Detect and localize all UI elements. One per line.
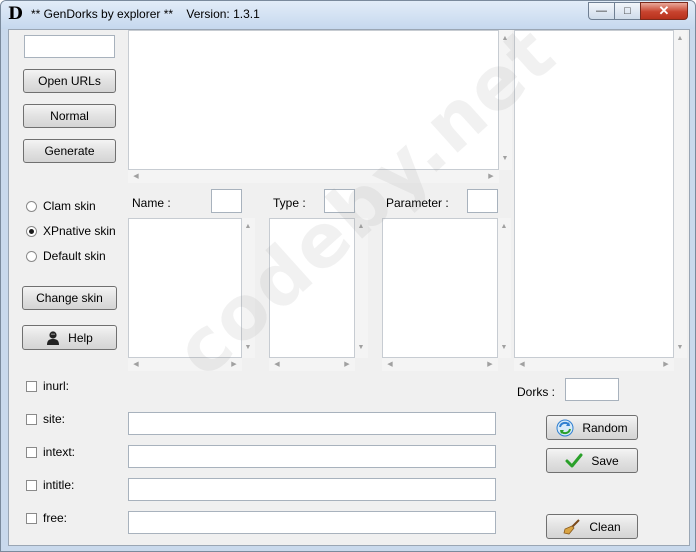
- scroll-up-icon[interactable]: ▲: [676, 35, 684, 43]
- intext-input[interactable]: [128, 445, 496, 468]
- intext-checkbox[interactable]: [26, 447, 37, 458]
- scroll-down-icon[interactable]: ▼: [501, 155, 509, 163]
- site-input[interactable]: [128, 412, 496, 435]
- person-silhouette-icon: [46, 330, 60, 346]
- title-bar[interactable]: D ** GenDorks by explorer ** Version: 1.…: [1, 1, 695, 29]
- client-area: Open URLs Normal Generate ▲ ▼ ◀ ▶ ▲ ▼ ◀ …: [8, 10, 690, 546]
- scroll-up-icon[interactable]: ▲: [501, 35, 509, 43]
- scroll-left-icon[interactable]: ◀: [386, 361, 394, 369]
- open-urls-button[interactable]: Open URLs: [23, 69, 116, 93]
- skin-label-clam: Clam skin: [43, 199, 96, 213]
- scroll-right-icon[interactable]: ▶: [662, 361, 670, 369]
- site-checkbox[interactable]: [26, 414, 37, 425]
- name-list-hscroll[interactable]: ◀ ▶: [128, 358, 242, 371]
- top-left-input[interactable]: [24, 35, 115, 58]
- dorks-count-input[interactable]: [565, 378, 619, 401]
- change-skin-button[interactable]: Change skin: [22, 286, 117, 310]
- scroll-left-icon[interactable]: ◀: [132, 173, 140, 181]
- intitle-checkbox[interactable]: [26, 480, 37, 491]
- clean-button[interactable]: Clean: [546, 514, 638, 539]
- name-count-field[interactable]: [211, 189, 242, 213]
- scroll-right-icon[interactable]: ▶: [343, 361, 351, 369]
- scroll-left-icon[interactable]: ◀: [132, 361, 140, 369]
- help-button[interactable]: Help: [22, 325, 117, 350]
- random-button[interactable]: Random: [546, 415, 638, 440]
- parameter-list-vscroll[interactable]: ▲ ▼: [498, 218, 511, 358]
- urls-horizontal-scrollbar[interactable]: ◀ ▶: [128, 170, 499, 183]
- output-text-area[interactable]: [514, 30, 674, 358]
- scroll-left-icon[interactable]: ◀: [273, 361, 281, 369]
- type-list[interactable]: [269, 218, 355, 358]
- scroll-right-icon[interactable]: ▶: [487, 173, 495, 181]
- urls-vertical-scrollbar[interactable]: ▲ ▼: [499, 30, 512, 170]
- open-urls-label: Open URLs: [38, 74, 101, 88]
- type-count-field[interactable]: [324, 189, 355, 213]
- scroll-down-icon[interactable]: ▼: [357, 344, 365, 352]
- scroll-right-icon[interactable]: ▶: [230, 361, 238, 369]
- output-horizontal-scrollbar[interactable]: ◀ ▶: [514, 358, 674, 371]
- free-input[interactable]: [128, 511, 496, 534]
- name-list[interactable]: [128, 218, 242, 358]
- output-vertical-scrollbar[interactable]: ▲ ▼: [674, 30, 687, 358]
- inurl-label: inurl:: [43, 379, 70, 393]
- change-skin-label: Change skin: [36, 291, 103, 305]
- skin-label-xpnative: XPnative skin: [43, 224, 116, 238]
- scroll-down-icon[interactable]: ▼: [500, 344, 508, 352]
- parameter-list[interactable]: [382, 218, 498, 358]
- intitle-label: intitle:: [43, 478, 75, 492]
- close-icon: ✕: [658, 3, 670, 18]
- urls-text-area[interactable]: [128, 30, 499, 170]
- type-list-vscroll[interactable]: ▲ ▼: [355, 218, 368, 358]
- save-label: Save: [591, 453, 619, 468]
- scroll-up-icon[interactable]: ▲: [244, 223, 252, 231]
- generate-button[interactable]: Generate: [23, 139, 116, 163]
- parameter-count-field[interactable]: [467, 189, 498, 213]
- scroll-down-icon[interactable]: ▼: [676, 344, 684, 352]
- inurl-checkbox[interactable]: [26, 381, 37, 392]
- generate-label: Generate: [44, 144, 95, 158]
- skin-label-default: Default skin: [43, 249, 106, 263]
- green-check-icon: [565, 453, 583, 469]
- maximize-button[interactable]: □: [614, 2, 641, 20]
- free-checkbox[interactable]: [26, 513, 37, 524]
- site-label: site:: [43, 412, 66, 426]
- parameter-column-label: Parameter :: [386, 196, 449, 210]
- scroll-right-icon[interactable]: ▶: [486, 361, 494, 369]
- dorks-label: Dorks :: [517, 385, 556, 399]
- skin-radio-xpnative[interactable]: [26, 226, 37, 237]
- close-button[interactable]: ✕: [640, 2, 688, 20]
- normal-button[interactable]: Normal: [23, 104, 116, 128]
- save-button[interactable]: Save: [546, 448, 638, 473]
- scroll-up-icon[interactable]: ▲: [357, 223, 365, 231]
- app-window: D ** GenDorks by explorer ** Version: 1.…: [0, 0, 696, 552]
- intext-label: intext:: [43, 445, 76, 459]
- type-column-label: Type :: [273, 196, 306, 210]
- parameter-list-hscroll[interactable]: ◀ ▶: [382, 358, 498, 371]
- broom-icon: [563, 518, 581, 535]
- help-label: Help: [68, 330, 93, 345]
- free-label: free:: [43, 511, 68, 525]
- intitle-input[interactable]: [128, 478, 496, 501]
- normal-label: Normal: [50, 109, 89, 123]
- window-title: ** GenDorks by explorer ** Version: 1.3.…: [31, 7, 260, 21]
- name-column-label: Name :: [132, 196, 171, 210]
- clean-label: Clean: [589, 519, 621, 534]
- scroll-down-icon[interactable]: ▼: [244, 344, 252, 352]
- refresh-arrows-icon: [556, 419, 574, 437]
- skin-radio-clam[interactable]: [26, 201, 37, 212]
- scroll-up-icon[interactable]: ▲: [500, 223, 508, 231]
- name-list-vscroll[interactable]: ▲ ▼: [242, 218, 255, 358]
- random-label: Random: [582, 420, 628, 435]
- app-logo-icon: D: [8, 4, 23, 24]
- skin-radio-default[interactable]: [26, 251, 37, 262]
- minimize-button[interactable]: —: [588, 2, 615, 20]
- minimize-icon: —: [596, 5, 607, 17]
- scroll-left-icon[interactable]: ◀: [518, 361, 526, 369]
- maximize-icon: □: [624, 5, 631, 17]
- type-list-hscroll[interactable]: ◀ ▶: [269, 358, 355, 371]
